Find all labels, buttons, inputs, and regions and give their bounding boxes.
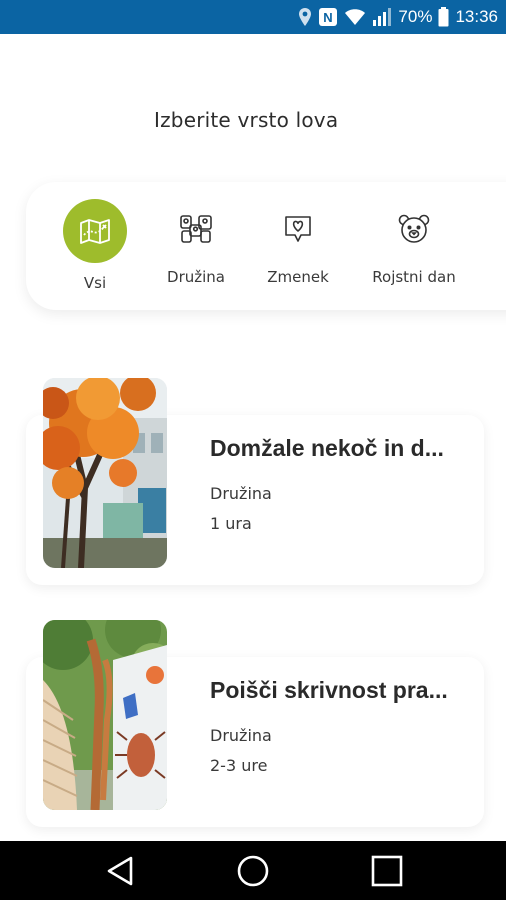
category-family[interactable]: Družina xyxy=(156,182,236,310)
recents-icon xyxy=(371,855,403,886)
hunt-card[interactable]: Domžale nekoč in d... Družina 1 ura xyxy=(26,378,484,585)
signal-icon xyxy=(372,7,392,27)
category-date[interactable]: Zmenek xyxy=(260,182,336,310)
system-nav-bar xyxy=(0,841,506,900)
location-icon xyxy=(298,7,312,27)
hunt-duration: 2-3 ure xyxy=(210,756,268,775)
clock: 13:36 xyxy=(455,7,498,26)
page-title: Izberite vrsto lova xyxy=(154,108,339,132)
back-icon xyxy=(107,856,133,885)
nfc-icon: N xyxy=(318,7,338,27)
back-button[interactable] xyxy=(90,841,150,900)
family-icon xyxy=(179,212,213,246)
status-bar: N 70% 13:36 xyxy=(0,0,506,34)
category-birthday[interactable]: Rojstni dan xyxy=(364,182,464,310)
teddy-bear-icon xyxy=(397,212,431,246)
category-label: Zmenek xyxy=(267,268,329,286)
home-button[interactable] xyxy=(223,841,283,900)
category-all[interactable]: Vsi xyxy=(62,182,128,310)
category-label: Rojstni dan xyxy=(372,268,456,286)
heart-chat-icon xyxy=(281,212,315,246)
category-label: Vsi xyxy=(83,274,107,292)
hunt-audience: Družina xyxy=(210,726,272,745)
hunt-audience: Družina xyxy=(210,484,272,503)
battery-percent: 70% xyxy=(398,7,433,26)
category-label: Družina xyxy=(167,268,225,286)
recents-button[interactable] xyxy=(357,841,417,900)
category-selector: Vsi Družina Zmenek Rojstni dan xyxy=(26,182,506,310)
hunt-card[interactable]: Poišči skrivnost pra... Družina 2-3 ure xyxy=(26,620,484,827)
battery-icon xyxy=(438,7,449,27)
hunt-title: Domžale nekoč in d... xyxy=(210,435,444,461)
hunt-thumbnail-sculpture xyxy=(43,620,167,810)
status-icons: N 70% 13:36 xyxy=(298,0,498,34)
svg-text:N: N xyxy=(324,10,333,25)
home-icon xyxy=(237,855,269,886)
wifi-icon xyxy=(344,8,366,26)
hunt-duration: 1 ura xyxy=(210,514,252,533)
hunt-thumbnail-autumn-tree xyxy=(43,378,167,568)
map-icon xyxy=(63,199,127,263)
hunt-title: Poišči skrivnost pra... xyxy=(210,677,448,703)
